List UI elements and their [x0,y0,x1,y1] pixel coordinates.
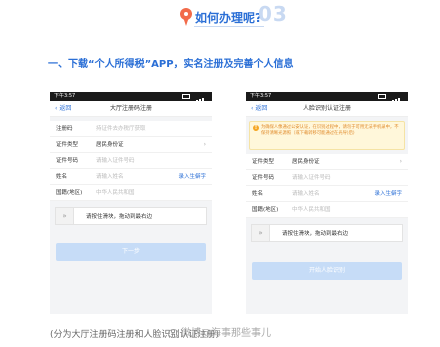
status-time: 下午3:57 [250,93,272,99]
field-label: 证件号码 [56,158,79,164]
signal-icon [388,94,404,103]
id-number-input[interactable]: 请输入证件号码 [292,170,331,186]
phone-screenshot-face-recognition: 下午3:57 ‹ 返回 人脸识别认证注册 ! 为确保人像通过公安认证，在识别过程… [246,92,408,314]
form-row-registration-code[interactable]: 注册码 持证件去办税厅获取 [50,121,212,137]
step-subtitle: 一、下载“个人所得税”APP，实名注册及完善个人信息 [48,59,294,70]
slider-hint: 请按住滑块，拖动到最右边 [86,214,153,220]
notice-banner: ! 为确保人像通过公安认证，在识别过程中，请勿于可用无法手机录中，不保持清晰光源… [249,121,405,150]
form-row-id-type[interactable]: 证件类型 居民身份证 › [50,137,212,153]
name-input[interactable]: 请输入姓名 [96,169,124,185]
registration-form: 证件类型 居民身份证 › 证件号码 请输入证件号码 姓名 请输入姓名 录入生僻字… [246,154,408,218]
double-chevron-right-icon[interactable]: » [56,208,74,224]
status-bar: 下午3:57 [50,92,212,103]
title-underline [194,26,264,27]
slide-verify[interactable]: » 请按住滑块，拖动到最右边 [251,224,403,242]
section-header: 如何办理呢? 03 [0,0,440,40]
battery-icon [182,94,190,99]
rare-character-link[interactable]: 录入生僻字 [374,186,402,202]
chevron-right-icon: › [203,141,206,148]
nav-title: 大厅注册码注册 [109,105,152,112]
field-label: 国籍(地区) [252,207,279,213]
field-label: 姓名 [252,191,264,197]
phone-screenshot-hall-code: 下午3:57 ‹ 返回 大厅注册码注册 注册码 持证件去办税厅获取 证件类型 居… [50,92,212,314]
section-title: 如何办理呢? [195,11,262,25]
weibo-logo-icon [168,328,179,338]
form-row-nationality[interactable]: 国籍(地区) 中华人民共和国 [246,202,408,218]
field-label: 证件类型 [56,142,79,148]
form-row-name[interactable]: 姓名 请输入姓名 录入生僻字 [246,186,408,202]
location-pin-icon [180,8,192,26]
registration-form: 注册码 持证件去办税厅获取 证件类型 居民身份证 › 证件号码 请输入证件号码 … [50,121,212,201]
registration-code-input[interactable]: 持证件去办税厅获取 [96,121,146,137]
form-row-name[interactable]: 姓名 请输入姓名 录入生僻字 [50,169,212,185]
form-row-id-number[interactable]: 证件号码 请输入证件号码 [246,170,408,186]
nationality-field[interactable]: 中华人民共和国 [292,202,331,218]
field-label: 注册码 [56,126,73,132]
field-label: 证件号码 [252,175,275,181]
status-time: 下午3:57 [54,93,76,99]
chevron-right-icon: › [399,158,402,165]
status-bar: 下午3:57 [246,92,408,103]
rare-character-link[interactable]: 录入生僻字 [178,169,206,185]
section-number: 03 [258,2,288,26]
field-label: 证件类型 [252,159,275,165]
double-chevron-right-icon[interactable]: » [252,225,270,241]
id-type-select[interactable]: 居民身份证 [96,137,124,153]
nav-title: 人脸识别认证注册 [302,105,351,112]
name-input[interactable]: 请输入姓名 [292,186,320,202]
nav-bar: ‹ 返回 大厅注册码注册 [50,101,212,117]
next-button[interactable]: 下一步 [56,243,206,261]
form-row-id-number[interactable]: 证件号码 请输入证件号码 [50,153,212,169]
battery-icon [378,94,386,99]
field-label: 国籍(地区) [56,190,83,196]
form-row-id-type[interactable]: 证件类型 居民身份证 › [246,154,408,170]
id-number-input[interactable]: 请输入证件号码 [96,153,135,169]
signal-icon [192,94,208,103]
slide-verify[interactable]: » 请按住滑块，拖动到最右边 [55,207,207,225]
slider-hint: 请按住滑块，拖动到最右边 [282,231,349,237]
field-label: 姓名 [56,174,68,180]
warning-icon: ! [253,125,259,131]
start-face-recognition-button[interactable]: 开始人脸识别 [252,262,402,280]
nav-bar: ‹ 返回 人脸识别认证注册 [246,101,408,117]
form-row-nationality[interactable]: 国籍(地区) 中华人民共和国 [50,185,212,201]
nationality-field[interactable]: 中华人民共和国 [96,185,135,201]
notice-text: 为确保人像通过公安认证，在识别过程中，请勿于可用无法手机录中，不保持清晰光源照（… [261,125,399,136]
id-type-select[interactable]: 居民身份证 [292,154,320,170]
watermark: 微博@海事那些事儿 [168,324,271,339]
watermark-text: 微博@海事那些事儿 [181,328,271,339]
